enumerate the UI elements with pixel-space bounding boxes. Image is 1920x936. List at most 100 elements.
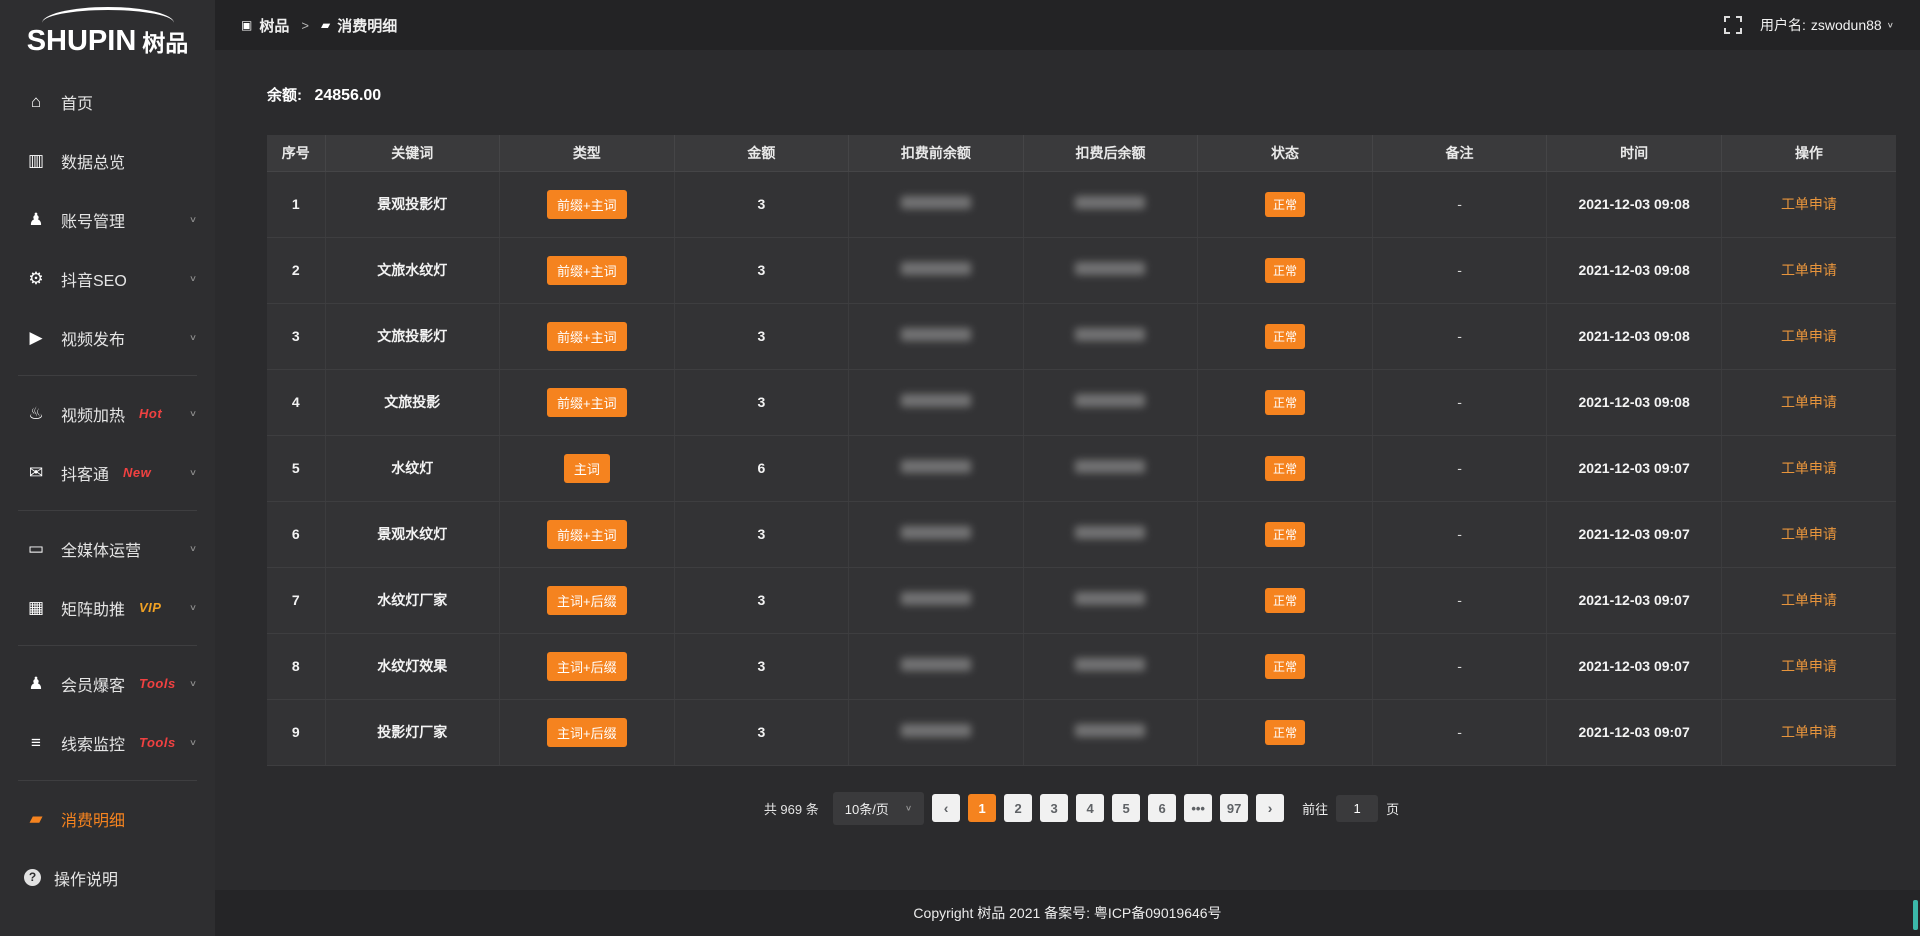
logo[interactable]: SHUPIN 树品: [0, 0, 215, 64]
prev-page-button[interactable]: ‹: [932, 794, 960, 822]
cell-time: 2021-12-03 09:07: [1547, 501, 1722, 567]
cell-remark: -: [1372, 237, 1547, 303]
cell-time: 2021-12-03 09:08: [1547, 303, 1722, 369]
page-button-5[interactable]: 5: [1112, 794, 1140, 822]
chevron-down-icon: ∨: [189, 468, 197, 478]
cell-remark: -: [1372, 699, 1547, 765]
sidebar-item-video-heat[interactable]: ♨ 视频加热 Hot ∨: [0, 384, 215, 443]
cell-amount: 3: [674, 171, 849, 237]
cell-status: 正常: [1198, 435, 1373, 501]
type-badge: 前缀+主词: [547, 322, 627, 351]
cell-remark: -: [1372, 369, 1547, 435]
scrollbar-thumb[interactable]: [1913, 900, 1918, 930]
cell-index: 2: [267, 237, 325, 303]
work-order-link[interactable]: 工单申请: [1781, 460, 1837, 476]
page-size-select[interactable]: 10条/页 ∨: [833, 792, 924, 825]
cell-action: 工单申请: [1721, 369, 1896, 435]
chart-icon: ▥: [24, 151, 48, 171]
work-order-link[interactable]: 工单申请: [1781, 394, 1837, 410]
cell-balance-after: [1023, 369, 1198, 435]
pagination: 共 969 条 10条/页 ∨ ‹ 123456•••97 › 前往 页: [267, 792, 1896, 825]
cell-amount: 3: [674, 369, 849, 435]
work-order-link[interactable]: 工单申请: [1781, 196, 1837, 212]
cell-index: 5: [267, 435, 325, 501]
consumption-table: 序号关键词类型金额扣费前余额扣费后余额状态备注时间操作 1 景观投影灯 前缀+主…: [267, 135, 1896, 766]
fullscreen-icon[interactable]: [1724, 16, 1742, 34]
cell-time: 2021-12-03 09:07: [1547, 633, 1722, 699]
redacted-value: [1075, 724, 1145, 737]
status-badge: 正常: [1265, 588, 1305, 613]
sidebar-item-media-operation[interactable]: ▭ 全媒体运营 ∨: [0, 519, 215, 578]
cell-balance-before: [849, 237, 1024, 303]
work-order-link[interactable]: 工单申请: [1781, 592, 1837, 608]
column-header-2: 类型: [500, 135, 675, 171]
sidebar-item-home[interactable]: ⌂ 首页: [0, 72, 215, 131]
cell-type: 前缀+主词: [500, 501, 675, 567]
page-button-6[interactable]: 6: [1148, 794, 1176, 822]
sidebar-item-label: 账号管理: [61, 208, 125, 232]
cell-status: 正常: [1198, 237, 1373, 303]
sidebar-divider: [18, 510, 197, 511]
sidebar-item-account-manage[interactable]: ♟ 账号管理 ∨: [0, 190, 215, 249]
cell-status: 正常: [1198, 699, 1373, 765]
sidebar-item-operation-guide[interactable]: ? 操作说明: [0, 848, 215, 907]
sidebar-item-matrix-boost[interactable]: ▦ 矩阵助推 VIP ∨: [0, 578, 215, 637]
column-header-5: 扣费后余额: [1023, 135, 1198, 171]
type-badge: 主词+后缀: [547, 586, 627, 615]
table-row: 2 文旅水纹灯 前缀+主词 3 正常 - 2021-12-03 09:08 工单…: [267, 237, 1896, 303]
sidebar-item-data-overview[interactable]: ▥ 数据总览: [0, 131, 215, 190]
column-header-1: 关键词: [325, 135, 500, 171]
sidebar-item-douyin-seo[interactable]: ⚙ 抖音SEO ∨: [0, 249, 215, 308]
sidebar-item-video-publish[interactable]: ▶ 视频发布 ∨: [0, 308, 215, 367]
sidebar-item-douketong[interactable]: ✉ 抖客通 New ∨: [0, 443, 215, 502]
chevron-down-icon: ∨: [1887, 21, 1894, 30]
redacted-value: [1075, 658, 1145, 671]
page-button-97[interactable]: 97: [1220, 794, 1248, 822]
footer: Copyright 树品 2021 备案号: 粤ICP备09019646号: [215, 890, 1920, 936]
work-order-link[interactable]: 工单申请: [1781, 658, 1837, 674]
username-value: zswodun88: [1811, 17, 1882, 33]
sidebar-item-label: 消费明细: [61, 807, 125, 831]
sidebar-item-clue-monitor[interactable]: ≡ 线索监控 Tools ∨: [0, 713, 215, 772]
page-button-4[interactable]: 4: [1076, 794, 1104, 822]
page-button-3[interactable]: 3: [1040, 794, 1068, 822]
work-order-link[interactable]: 工单申请: [1781, 526, 1837, 542]
work-order-link[interactable]: 工单申请: [1781, 262, 1837, 278]
cell-status: 正常: [1198, 171, 1373, 237]
sidebar-item-tag: VIP: [139, 600, 161, 615]
wallet-icon: ▰: [321, 18, 330, 32]
redacted-value: [901, 262, 971, 275]
page-ellipsis-button[interactable]: •••: [1184, 794, 1212, 822]
work-order-link[interactable]: 工单申请: [1781, 724, 1837, 740]
help-icon: ?: [24, 869, 41, 886]
type-badge: 前缀+主词: [547, 190, 627, 219]
sidebar-item-consumption-detail[interactable]: ▰ 消费明细: [0, 789, 215, 848]
page-button-1[interactable]: 1: [968, 794, 996, 822]
table-row: 8 水纹灯效果 主词+后缀 3 正常 - 2021-12-03 09:07 工单…: [267, 633, 1896, 699]
type-badge: 前缀+主词: [547, 256, 627, 285]
status-badge: 正常: [1265, 390, 1305, 415]
breadcrumb-item[interactable]: ▣ 树品: [241, 15, 289, 36]
sidebar-item-member-baoke[interactable]: ♟ 会员爆客 Tools ∨: [0, 654, 215, 713]
goto-page-input[interactable]: [1336, 795, 1378, 822]
breadcrumb-separator: >: [301, 18, 309, 33]
copyright-text: Copyright 树品 2021 备案号: 粤ICP备09019646号: [913, 903, 1221, 923]
next-page-button[interactable]: ›: [1256, 794, 1284, 822]
table-row: 3 文旅投影灯 前缀+主词 3 正常 - 2021-12-03 09:08 工单…: [267, 303, 1896, 369]
breadcrumb-item[interactable]: ▰ 消费明细: [321, 15, 397, 36]
user-menu[interactable]: 用户名: zswodun88 ∨: [1760, 15, 1894, 35]
cell-amount: 3: [674, 303, 849, 369]
column-header-7: 备注: [1372, 135, 1547, 171]
cell-action: 工单申请: [1721, 699, 1896, 765]
cell-balance-before: [849, 303, 1024, 369]
redacted-value: [1075, 460, 1145, 473]
redacted-value: [1075, 196, 1145, 209]
sidebar-item-label: 全媒体运营: [61, 537, 141, 561]
app-window: SHUPIN 树品 ⌂ 首页 ▥ 数据总览 ♟ 账号管理 ∨ ⚙ 抖音SEO ∨…: [0, 0, 1920, 936]
work-order-link[interactable]: 工单申请: [1781, 328, 1837, 344]
sidebar-item-tag: Tools: [139, 676, 176, 691]
page-size-value: 10条/页: [845, 799, 889, 818]
cell-keyword: 景观水纹灯: [325, 501, 500, 567]
page-button-2[interactable]: 2: [1004, 794, 1032, 822]
cell-remark: -: [1372, 501, 1547, 567]
